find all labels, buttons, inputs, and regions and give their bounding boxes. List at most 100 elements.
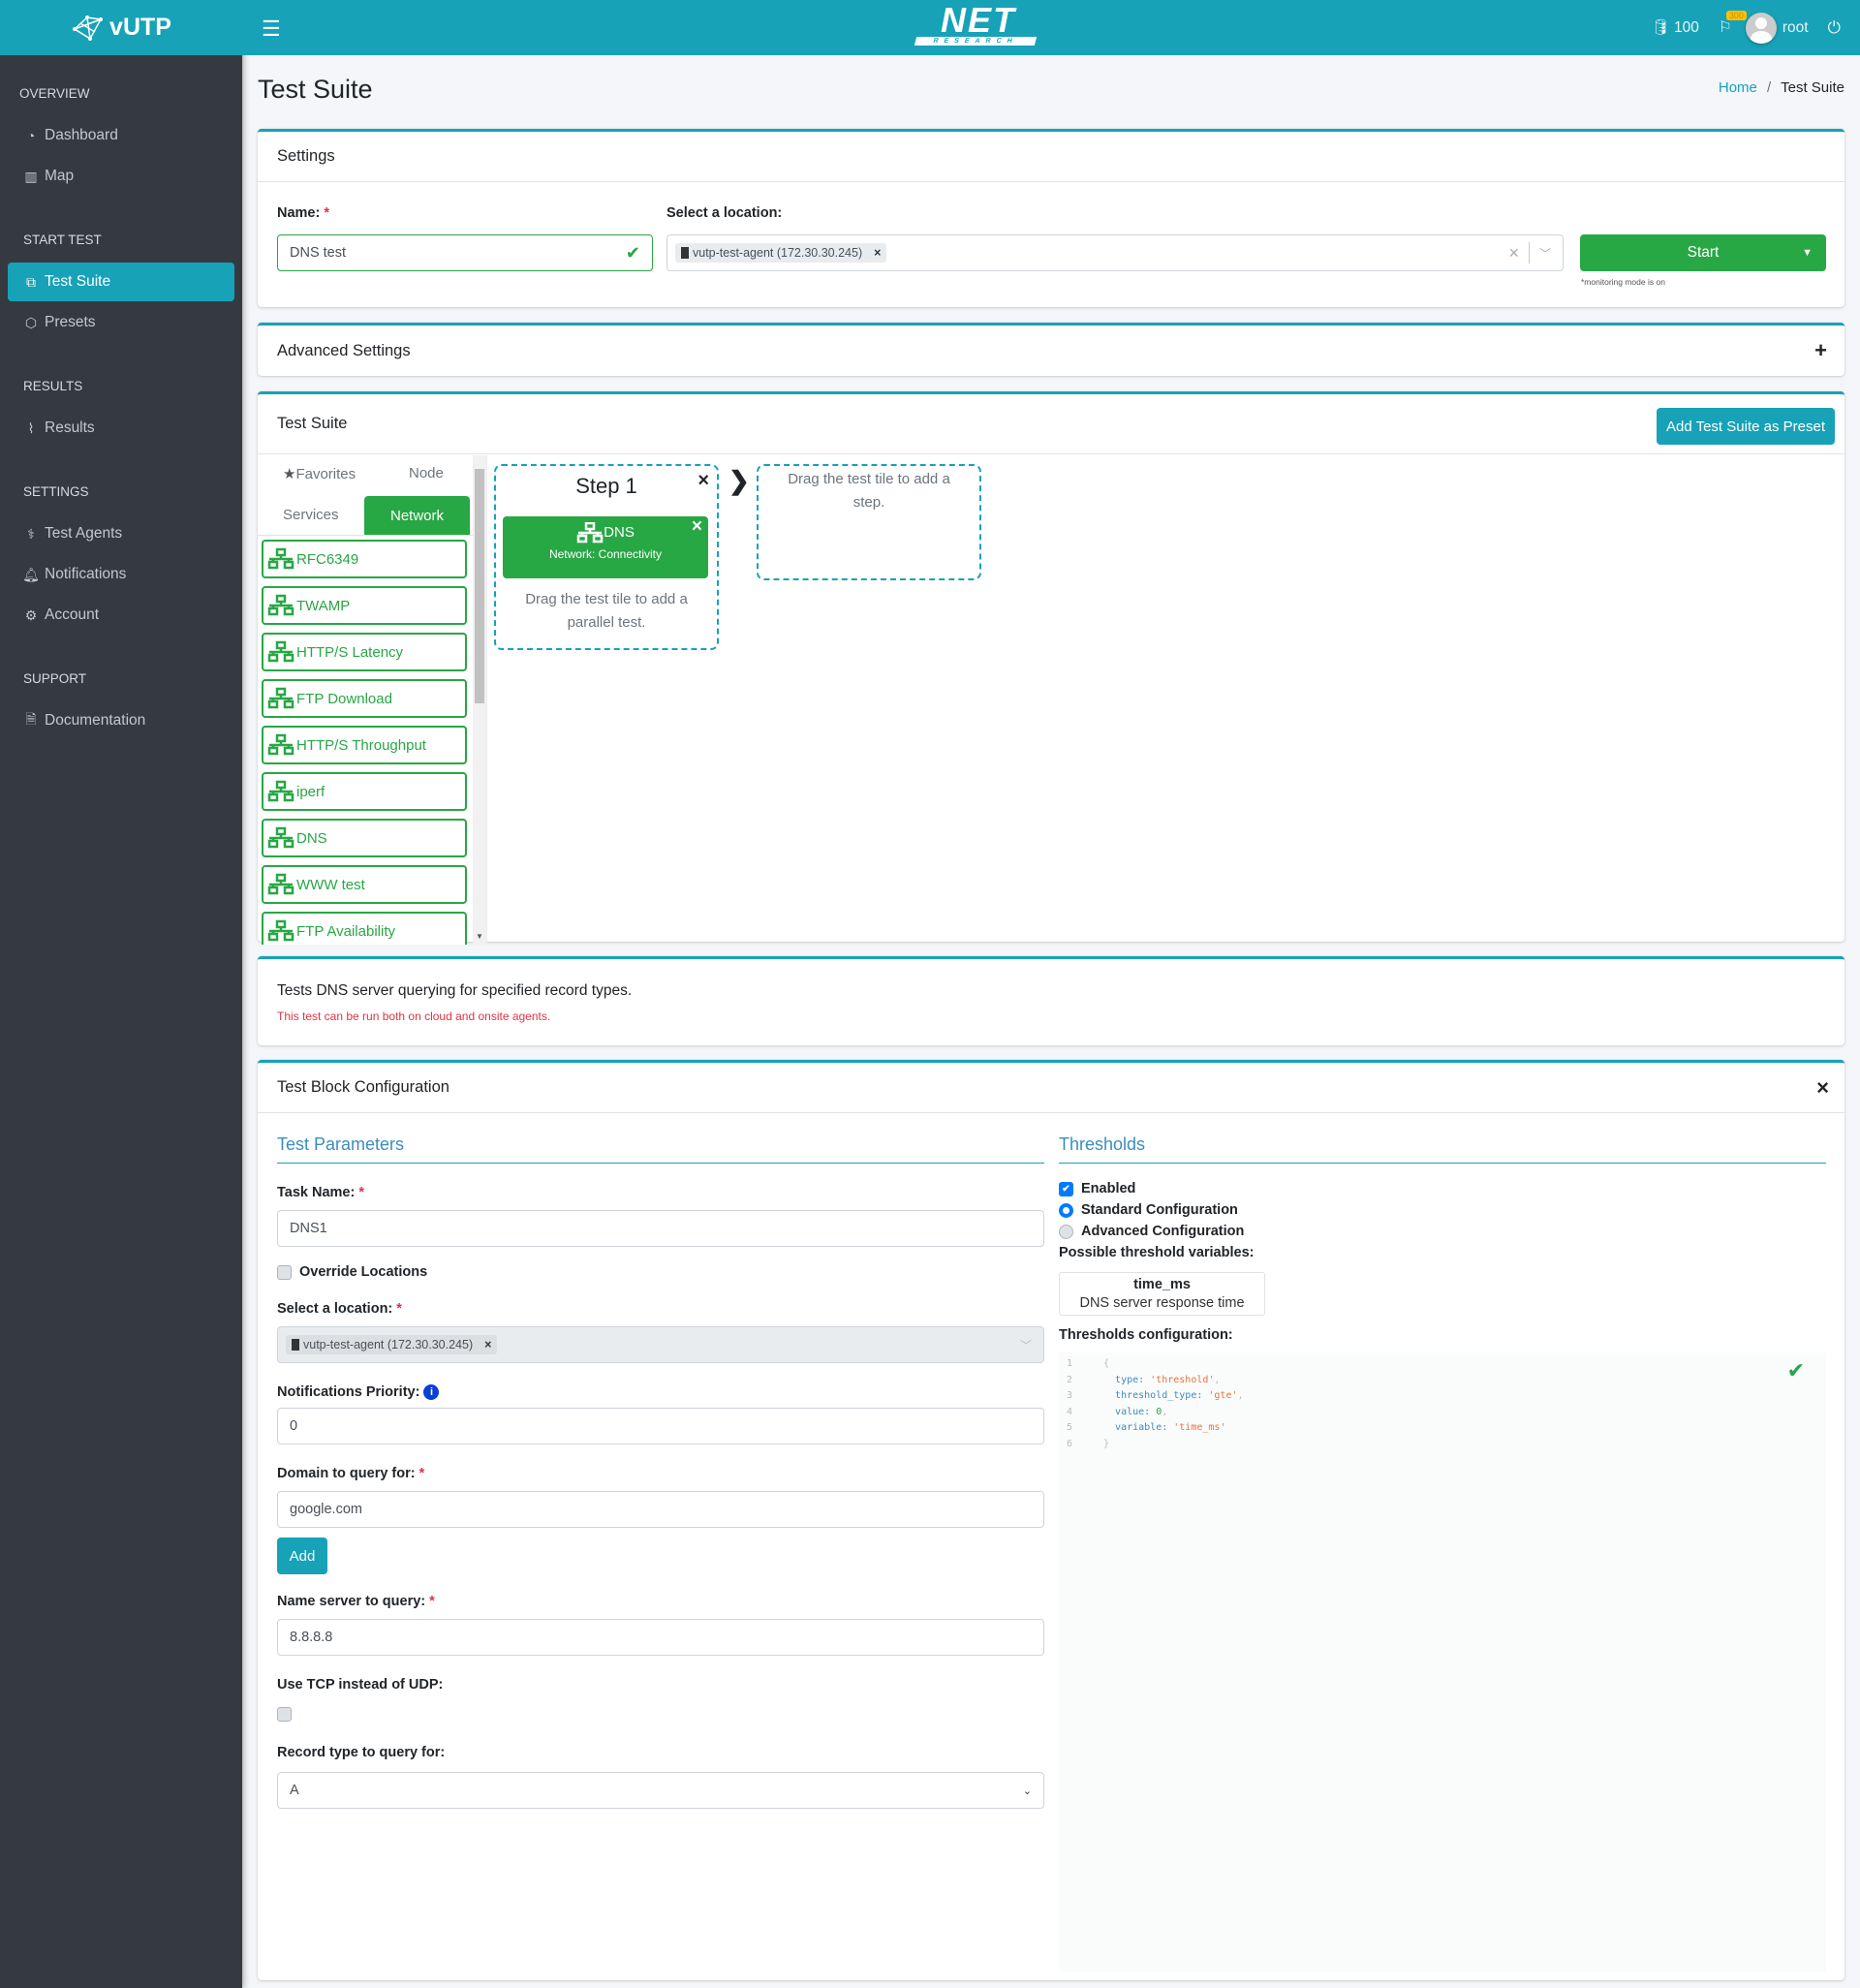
bell-icon: 🔔︎ — [22, 566, 40, 582]
step-1[interactable]: Step 1 × DNS Network: Connectivity × Dra… — [494, 464, 719, 650]
chip-icon — [292, 1339, 299, 1351]
close-config-icon[interactable]: × — [1816, 1075, 1829, 1101]
info-icon[interactable]: i — [423, 1384, 440, 1401]
credits[interactable]: 🛢︎ 100 — [1651, 18, 1699, 37]
config-location-label: Select a location: * — [277, 1301, 402, 1317]
nav-section-start-test: START TEST — [23, 233, 102, 247]
valid-check-icon: ✔ — [1786, 1358, 1805, 1382]
menu-icon[interactable]: ☰ — [262, 16, 281, 42]
avatar[interactable] — [1745, 12, 1777, 44]
sidebar-item-test-agents[interactable]: ⚕ Test Agents — [8, 514, 234, 553]
network-icon — [267, 733, 294, 756]
test-tile[interactable]: FTP Availability — [262, 912, 467, 945]
test-palette: ★Favorites Node Services Network RFC6349… — [258, 455, 486, 945]
sidebar-item-test-suite[interactable]: ⧉ Test Suite — [8, 263, 234, 301]
override-locations-checkbox[interactable]: Override Locations — [277, 1264, 1044, 1280]
brand-name: vUTP — [109, 14, 171, 41]
thresholds-code-editor[interactable]: 1{ 2 type: 'threshold', 3 threshold_type… — [1059, 1352, 1826, 1972]
sidebar-item-account[interactable]: ⚙ Account — [8, 596, 234, 635]
card-title: Settings — [258, 132, 1844, 182]
nameserver-label: Name server to query: * — [277, 1594, 435, 1610]
thresholds-config-label: Thresholds configuration: — [1059, 1327, 1233, 1343]
test-tile[interactable]: HTTP/S Latency — [262, 633, 467, 671]
enabled-checkbox[interactable]: ✔ Enabled — [1059, 1181, 1826, 1196]
advanced-settings-card[interactable]: Advanced Settings + — [258, 323, 1844, 376]
domain-label: Domain to query for: * — [277, 1466, 425, 1482]
record-type-label: Record type to query for: — [277, 1745, 446, 1761]
tcp-label: Use TCP instead of UDP: — [277, 1677, 444, 1693]
network-icon — [267, 594, 294, 616]
chevron-down-icon[interactable]: ﹀ — [1539, 245, 1551, 262]
brand[interactable]: vUTP — [0, 0, 242, 55]
task-name-input[interactable]: DNS1 — [277, 1210, 1044, 1247]
nav-section-results: RESULTS — [23, 379, 83, 393]
database-icon: 🛢︎ — [1651, 19, 1671, 36]
sidebar-item-map[interactable]: ▥ Map — [8, 157, 234, 196]
advanced-config-radio[interactable]: Advanced Configuration — [1059, 1224, 1826, 1239]
test-description-card: Tests DNS server querying for specified … — [258, 956, 1844, 1045]
config-location-select[interactable]: vutp-test-agent (172.30.30.245) × ﹀ — [277, 1326, 1044, 1363]
user-name[interactable]: root — [1782, 19, 1809, 37]
tab-network[interactable]: Network — [364, 496, 470, 535]
start-button[interactable]: Start ▼ — [1580, 234, 1826, 271]
tab-node[interactable]: Node — [409, 465, 444, 481]
test-suite-card: Test Suite Add Test Suite as Preset ★Fav… — [258, 391, 1844, 945]
test-tile[interactable]: RFC6349 — [262, 540, 467, 578]
breadcrumb: Home / Test Suite — [1718, 79, 1844, 96]
location-select[interactable]: vutp-test-agent (172.30.30.245) × × ﹀ — [666, 234, 1564, 271]
power-icon[interactable]: ⏻ — [1828, 18, 1841, 38]
task-name-label: Task Name: * — [277, 1185, 365, 1200]
dns-test-tile[interactable]: DNS Network: Connectivity × — [503, 516, 708, 578]
network-icon — [267, 873, 294, 895]
sidebar-item-dashboard[interactable]: ◔ Dashboard — [8, 116, 234, 155]
sidebar-item-notifications[interactable]: 🔔︎ Notifications — [8, 555, 234, 594]
test-tile[interactable]: WWW test — [262, 865, 467, 904]
sidebar: vUTP OVERVIEW ◔ Dashboard ▥ Map START TEST… — [0, 0, 242, 1988]
flag-icon: ⚐ — [1718, 19, 1732, 36]
tab-services[interactable]: Services — [283, 507, 339, 523]
sidebar-item-documentation[interactable]: 🗎︎ Documentation — [8, 701, 234, 740]
tab-favorites[interactable]: ★Favorites — [283, 465, 356, 482]
test-tile[interactable]: TWAMP — [262, 586, 467, 625]
test-tile[interactable]: DNS — [262, 819, 467, 857]
add-domain-button[interactable]: Add — [277, 1538, 327, 1575]
expand-plus-icon[interactable]: + — [1814, 338, 1827, 363]
sidebar-item-presets[interactable]: ⬡ Presets — [8, 303, 234, 342]
chevron-right-icon: ❯ — [728, 466, 750, 495]
test-tile[interactable]: HTTP/S Throughput — [262, 726, 467, 764]
priority-input[interactable]: 0 — [277, 1408, 1044, 1445]
name-input[interactable]: DNS test ✔ — [277, 234, 653, 271]
network-icon — [267, 780, 294, 802]
sidebar-item-results[interactable]: ⌇ Results — [8, 409, 234, 448]
threshold-variable[interactable]: time_ms DNS server response time — [1059, 1272, 1265, 1316]
new-step-dropzone[interactable]: Drag the test tile to add a step. — [757, 464, 981, 580]
test-tile[interactable]: iperf — [262, 772, 467, 811]
remove-chip-icon[interactable]: × — [874, 246, 881, 260]
tcp-checkbox[interactable] — [277, 1706, 1044, 1724]
network-icon — [267, 687, 294, 709]
add-preset-button[interactable]: Add Test Suite as Preset — [1657, 408, 1835, 445]
clear-icon[interactable]: × — [1508, 243, 1519, 264]
valid-check-icon: ✔ — [625, 242, 640, 263]
breadcrumb-home[interactable]: Home — [1719, 79, 1757, 96]
remove-chip-icon[interactable]: × — [484, 1338, 491, 1351]
chart-line-icon: ⌇ — [27, 419, 35, 436]
nameserver-input[interactable]: 8.8.8.8 — [277, 1619, 1044, 1657]
network-icon — [267, 826, 294, 849]
standard-config-radio[interactable]: Standard Configuration — [1059, 1202, 1826, 1218]
main-content: Test Suite Home / Test Suite Settings Na… — [242, 55, 1860, 1988]
remove-step-icon[interactable]: × — [698, 470, 709, 492]
notifications-flag[interactable]: ⚐ 300 — [1718, 11, 1747, 37]
test-block-config-card: Test Block Configuration × Test Paramete… — [258, 1060, 1844, 1980]
caret-down-icon[interactable]: ▼ — [1802, 247, 1813, 259]
chevron-down-icon[interactable]: ﹀ — [1020, 1337, 1032, 1353]
name-label: Name: * — [277, 205, 330, 221]
test-tile[interactable]: FTP Download — [262, 679, 467, 718]
cube-icon: ⬡ — [24, 314, 38, 330]
thresholds-heading: Thresholds — [1059, 1134, 1826, 1164]
palette-scrollbar[interactable]: ▼ — [473, 455, 486, 945]
remove-test-icon[interactable]: × — [692, 516, 702, 538]
domain-input[interactable]: google.com — [277, 1491, 1044, 1529]
network-icon — [267, 547, 294, 570]
record-type-select[interactable]: A ⌄ — [277, 1772, 1044, 1810]
